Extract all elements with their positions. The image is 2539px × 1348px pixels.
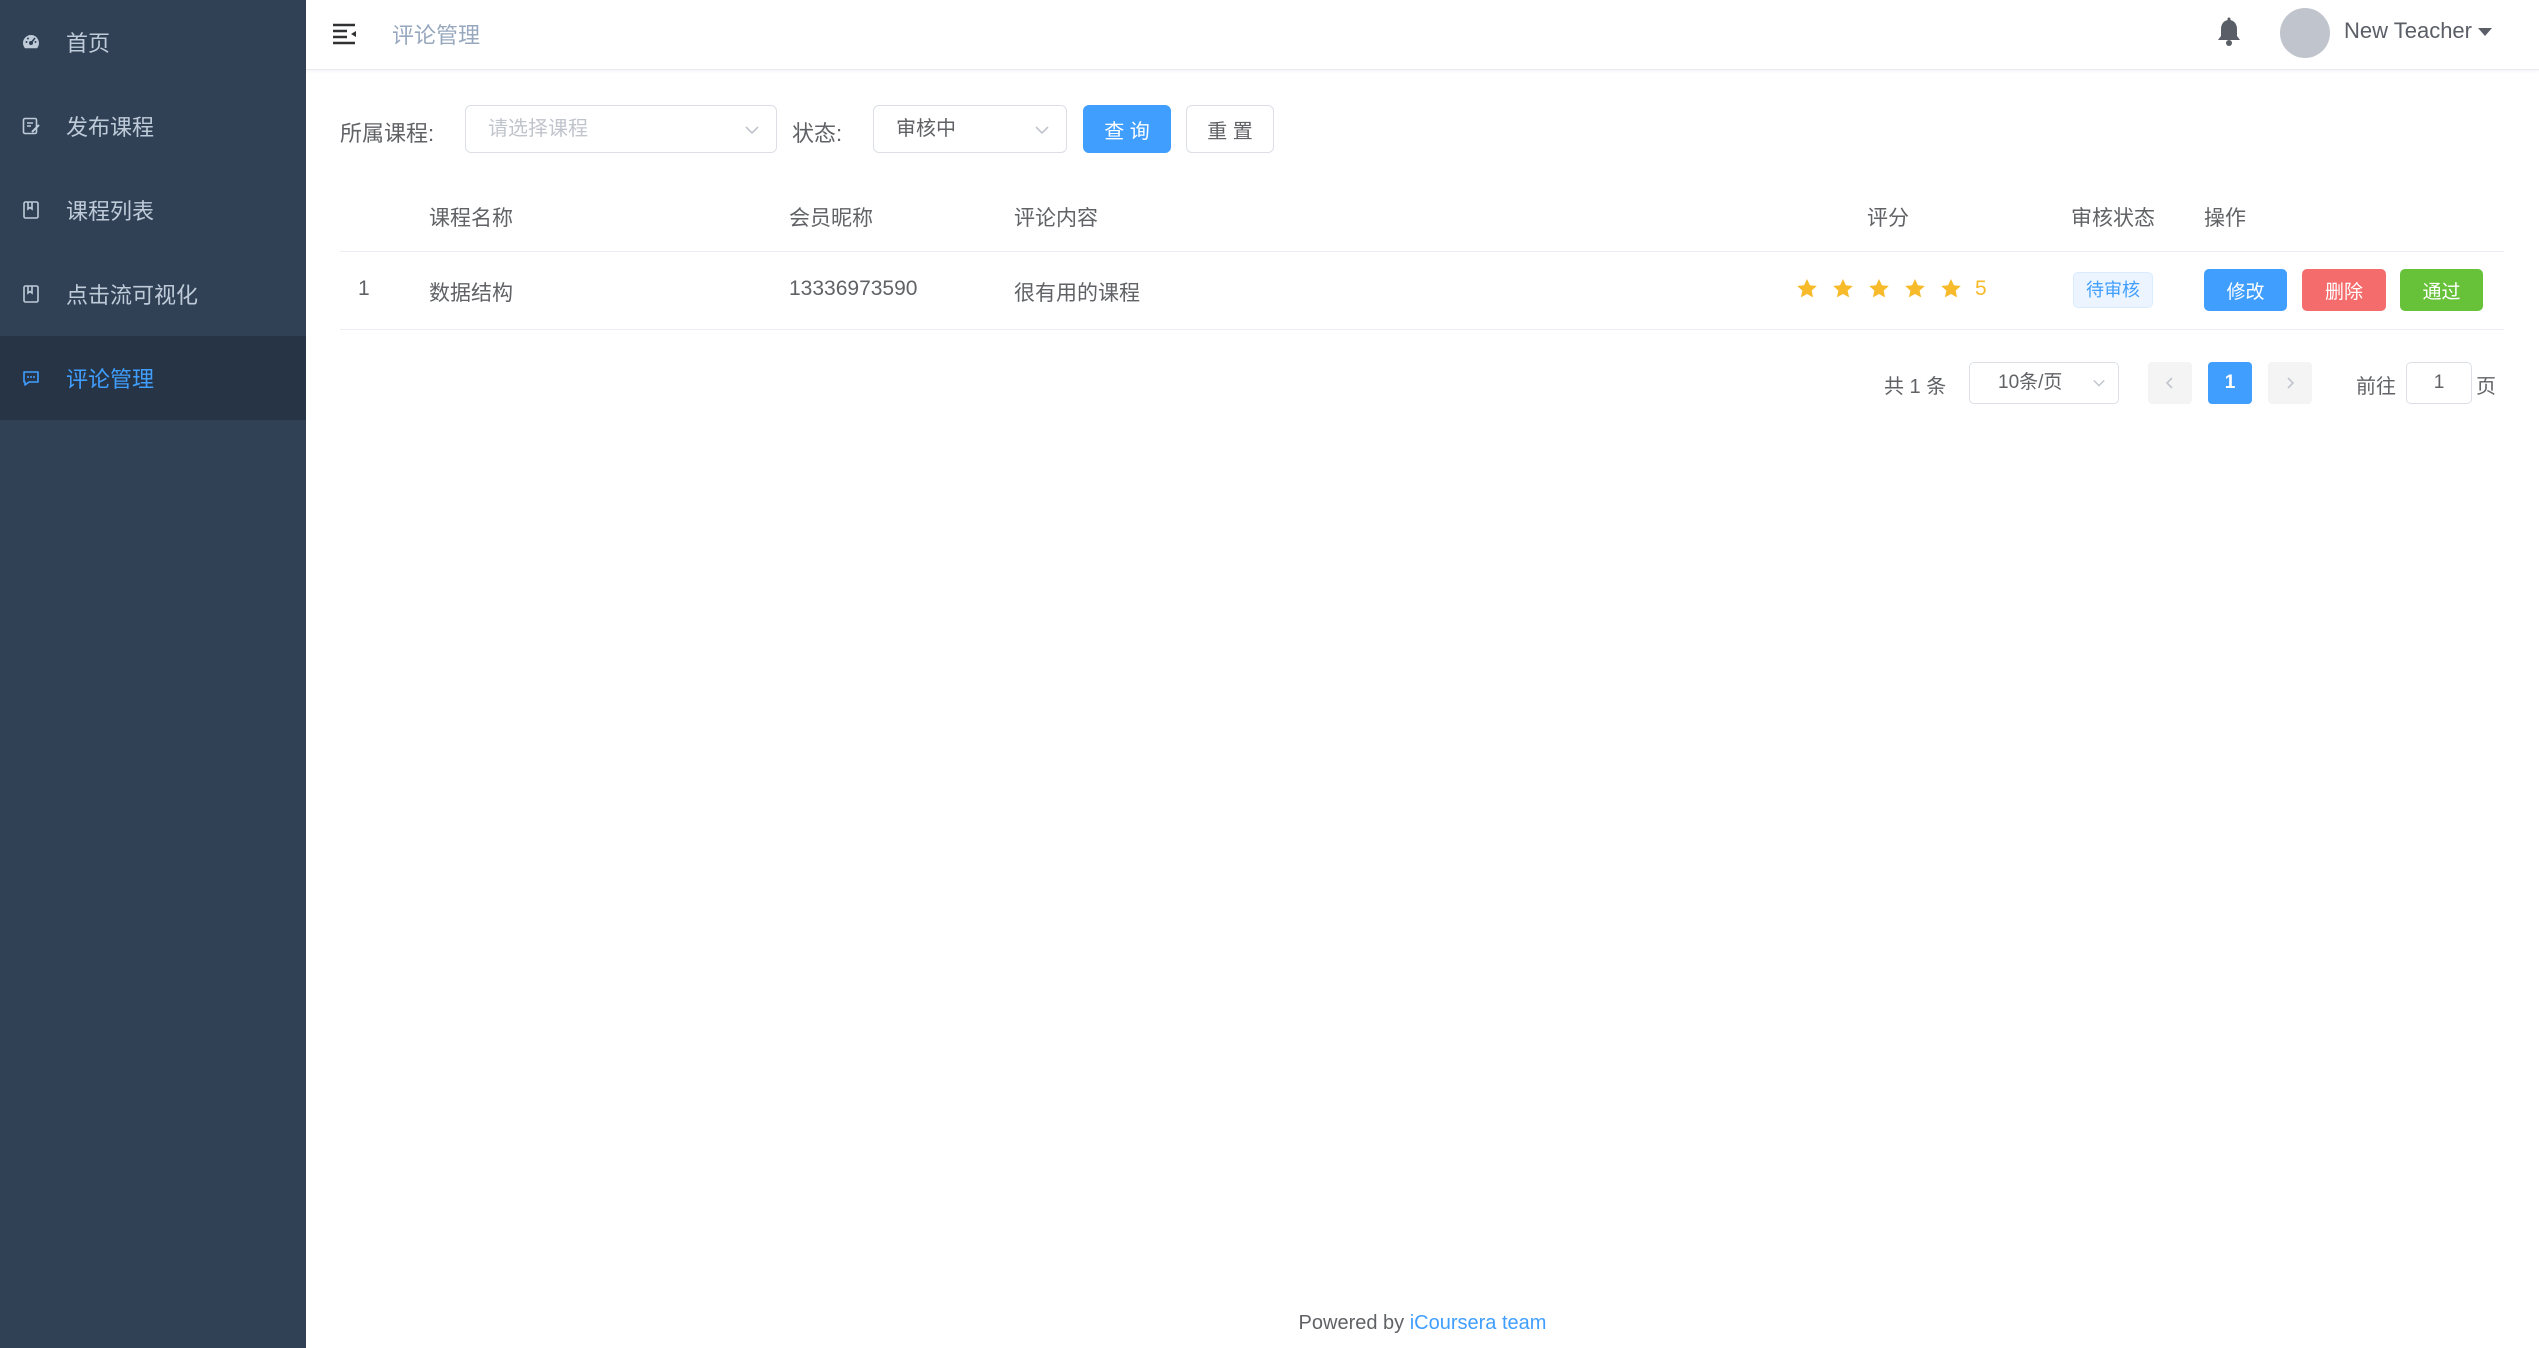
table-row: 1 数据结构 13336973590 很有用的课程 5 待审核 修改 删除 通过 bbox=[340, 252, 2504, 330]
book-icon bbox=[20, 283, 42, 305]
sidebar-item-label: 点击流可视化 bbox=[66, 283, 199, 308]
avatar[interactable] bbox=[2280, 8, 2330, 58]
chevron-down-icon bbox=[1035, 126, 1049, 135]
approve-button[interactable]: 通过 bbox=[2400, 269, 2483, 311]
navbar: 评论管理 New Teacher bbox=[306, 0, 2539, 70]
delete-button[interactable]: 删除 bbox=[2302, 269, 2386, 311]
sidebar-item-course-list[interactable]: 课程列表 bbox=[0, 168, 306, 252]
sidebar-item-label: 发布课程 bbox=[66, 115, 155, 140]
star-icon bbox=[1833, 279, 1853, 298]
bell-icon[interactable] bbox=[2214, 16, 2244, 50]
hamburger-icon[interactable] bbox=[330, 18, 360, 48]
book-icon bbox=[20, 199, 42, 221]
star-icon bbox=[1941, 279, 1961, 298]
breadcrumb: 评论管理 bbox=[392, 23, 481, 48]
status-select-value: 审核中 bbox=[896, 118, 956, 140]
course-filter-label: 所属课程: bbox=[340, 121, 435, 146]
column-header-status: 审核状态 bbox=[2071, 207, 2155, 230]
footer: Powered by iCoursera team bbox=[306, 1312, 2539, 1335]
footer-team-link[interactable]: iCoursera team bbox=[1410, 1312, 1547, 1334]
row-content: 很有用的课程 bbox=[1014, 282, 1140, 305]
status-badge: 待审核 bbox=[2073, 272, 2153, 308]
pagination-total: 共 1 条 bbox=[1884, 376, 1947, 398]
sidebar-item-clickstream[interactable]: 点击流可视化 bbox=[0, 252, 306, 336]
caret-down-icon[interactable] bbox=[2478, 28, 2492, 36]
prev-page-button[interactable] bbox=[2148, 362, 2192, 404]
sidebar-item-label: 课程列表 bbox=[66, 199, 155, 224]
page-unit-label: 页 bbox=[2476, 376, 2496, 398]
chevron-right-icon bbox=[2287, 377, 2295, 389]
page-size-select[interactable]: 10条/页 bbox=[1969, 362, 2119, 404]
column-header-actions: 操作 bbox=[2204, 207, 2246, 230]
sidebar-item-label: 评论管理 bbox=[66, 367, 155, 392]
column-header-course: 课程名称 bbox=[429, 207, 513, 230]
edit-icon bbox=[20, 115, 42, 137]
sidebar-item-publish-course[interactable]: 发布课程 bbox=[0, 84, 306, 168]
chevron-down-icon bbox=[745, 126, 759, 135]
course-select-placeholder: 请选择课程 bbox=[488, 118, 588, 140]
rating-score: 5 bbox=[1975, 277, 1987, 300]
rating-stars: 5 bbox=[1795, 277, 1987, 301]
status-filter-label: 状态: bbox=[792, 121, 843, 146]
column-header-nickname: 会员昵称 bbox=[789, 207, 873, 230]
column-header-rating: 评分 bbox=[1867, 207, 1909, 230]
username[interactable]: New Teacher bbox=[2344, 18, 2472, 44]
sidebar-item-label: 首页 bbox=[66, 31, 111, 56]
dashboard-icon bbox=[20, 31, 42, 53]
row-index: 1 bbox=[358, 277, 370, 300]
chevron-down-icon bbox=[2093, 379, 2105, 387]
table-header: 课程名称 会员昵称 评论内容 评分 审核状态 操作 bbox=[340, 182, 2504, 252]
column-header-content: 评论内容 bbox=[1014, 207, 1098, 230]
star-icon bbox=[1905, 279, 1925, 298]
sidebar: 首页 发布课程 课程列表 点击流可视化 评论管理 bbox=[0, 0, 306, 1348]
goto-label: 前往 bbox=[2356, 376, 2396, 398]
status-select[interactable]: 审核中 bbox=[873, 105, 1067, 153]
comments-table: 课程名称 会员昵称 评论内容 评分 审核状态 操作 1 数据结构 1333697… bbox=[340, 182, 2504, 330]
next-page-button[interactable] bbox=[2268, 362, 2312, 404]
goto-page-input[interactable] bbox=[2406, 362, 2472, 404]
chat-icon bbox=[20, 367, 42, 389]
query-button[interactable]: 查 询 bbox=[1083, 105, 1171, 153]
course-select[interactable]: 请选择课程 bbox=[465, 105, 777, 153]
star-icon bbox=[1797, 279, 1817, 298]
reset-button[interactable]: 重 置 bbox=[1186, 105, 1274, 153]
sidebar-item-home[interactable]: 首页 bbox=[0, 0, 306, 84]
edit-button[interactable]: 修改 bbox=[2204, 269, 2287, 311]
page-number-current[interactable]: 1 bbox=[2208, 362, 2252, 404]
star-icon bbox=[1869, 279, 1889, 298]
sidebar-item-comments[interactable]: 评论管理 bbox=[0, 336, 306, 420]
row-nickname: 13336973590 bbox=[789, 277, 918, 300]
footer-prefix: Powered by bbox=[1298, 1312, 1410, 1334]
row-course: 数据结构 bbox=[429, 282, 513, 305]
page-size-value: 10条/页 bbox=[1998, 372, 2063, 393]
chevron-left-icon bbox=[2165, 377, 2173, 389]
